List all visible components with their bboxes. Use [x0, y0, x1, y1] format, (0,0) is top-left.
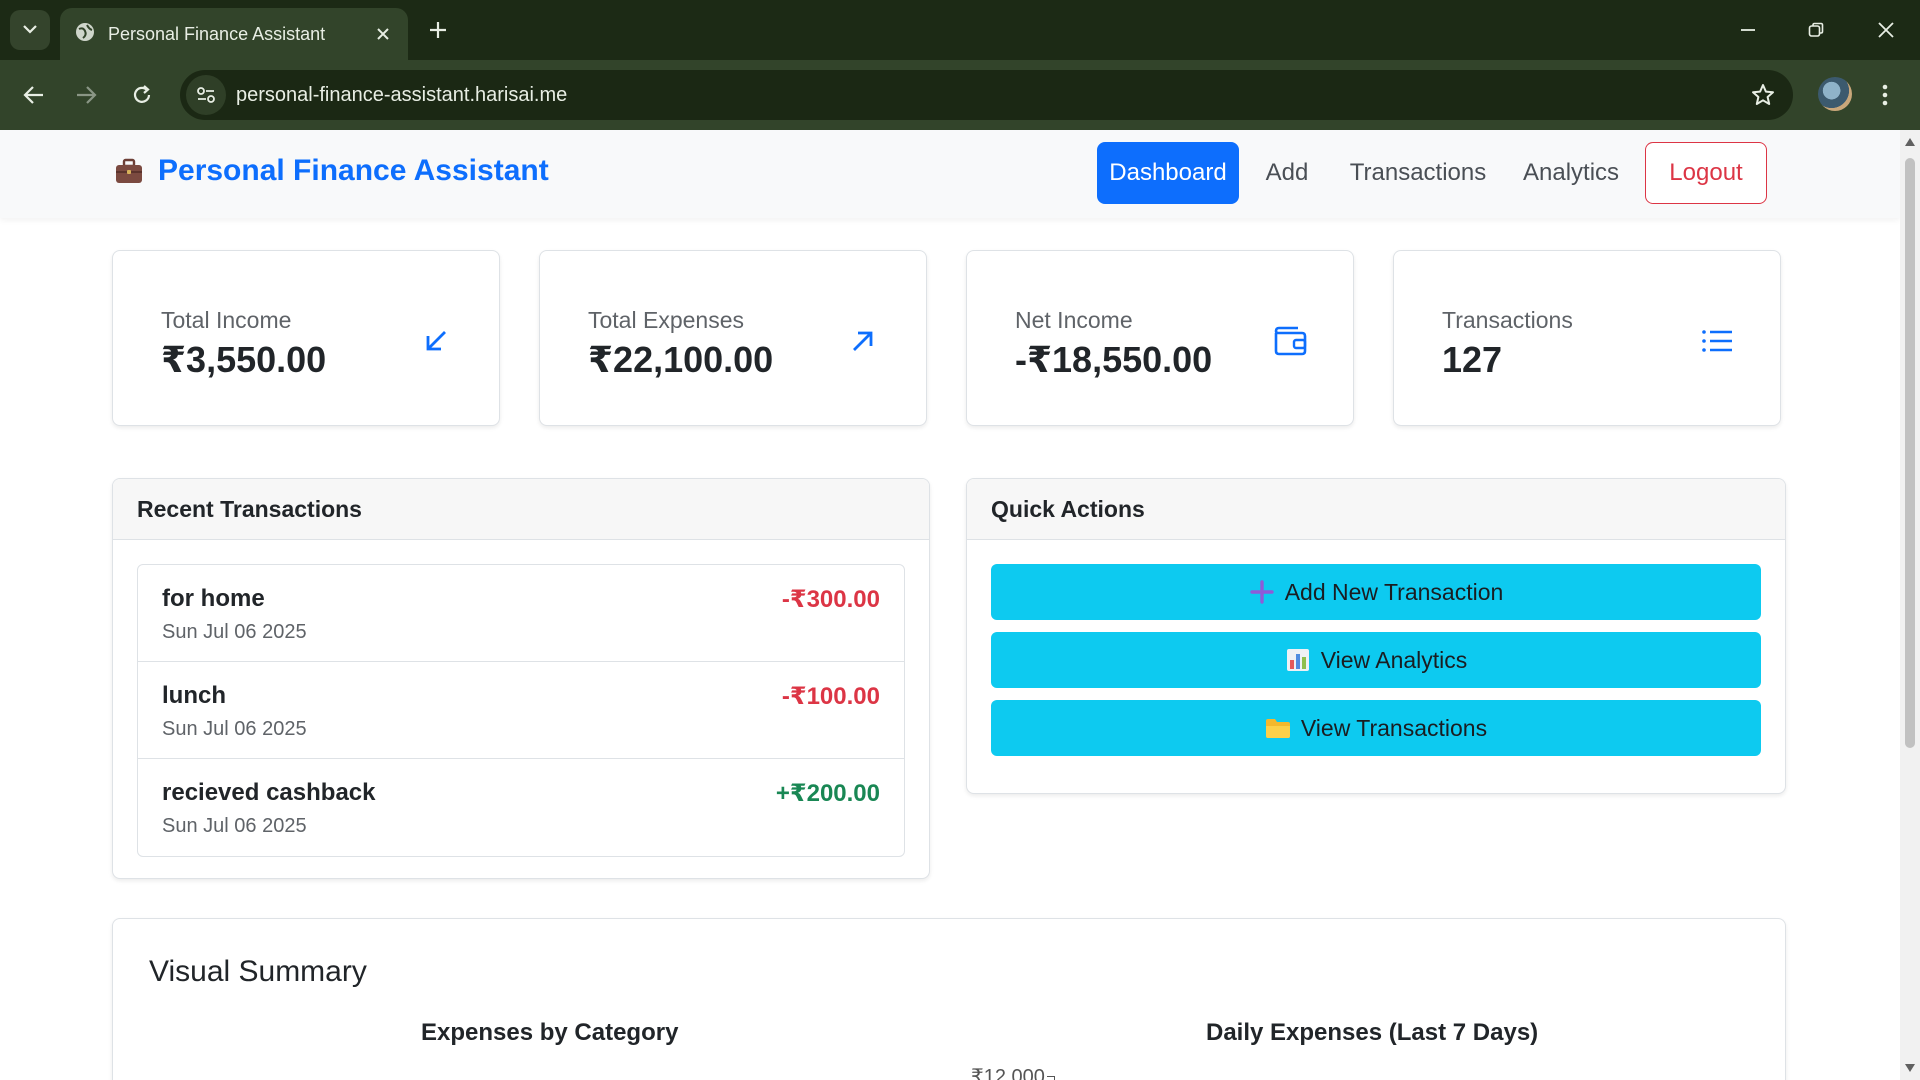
arrow-up-right-icon [845, 323, 881, 359]
stat-label: Total Expenses [588, 307, 744, 333]
stat-label: Net Income [1015, 307, 1133, 333]
wallet-icon [1272, 323, 1308, 359]
view-analytics-button[interactable]: View Analytics [991, 632, 1761, 688]
scroll-down-icon[interactable] [1904, 1062, 1916, 1074]
transaction-amount: -₹100.00 [781, 683, 880, 710]
transaction-row[interactable]: recieved cashback Sun Jul 06 2025 +₹200.… [138, 759, 904, 856]
stat-card-expenses: Total Expenses ₹22,100.00 [539, 250, 927, 426]
transaction-date: Sun Jul 06 2025 [162, 815, 307, 837]
menu-kebab-icon[interactable] [1870, 77, 1900, 113]
expenses-by-category-title: Expenses by Category [421, 1019, 679, 1046]
close-icon[interactable] [372, 23, 394, 45]
transaction-row[interactable]: for home Sun Jul 06 2025 -₹300.00 [138, 565, 904, 662]
plus-icon [1249, 579, 1275, 605]
bookmark-star-icon[interactable] [1743, 75, 1783, 115]
y-tick-label: ₹12,000 [971, 1066, 1045, 1080]
new-tab-button[interactable] [422, 14, 454, 46]
daily-expenses-title: Daily Expenses (Last 7 Days) [1206, 1019, 1539, 1046]
site-info-icon[interactable] [186, 75, 226, 115]
bar-chart-icon [1285, 647, 1311, 673]
forward-button[interactable] [68, 77, 104, 113]
stat-value: -₹18,550.00 [1015, 339, 1213, 380]
section-title: Visual Summary [149, 955, 367, 988]
button-label: Add New Transaction [1284, 578, 1504, 605]
tab-title: Personal Finance Assistant [108, 23, 326, 44]
recent-transactions-panel: Recent Transactions for home Sun Jul 06 … [112, 478, 930, 879]
back-button[interactable] [16, 77, 52, 113]
url-text: personal-finance-assistant.harisai.me [236, 83, 568, 106]
stat-label: Transactions [1442, 307, 1573, 333]
stat-card-income: Total Income ₹3,550.00 [112, 250, 500, 426]
transaction-date: Sun Jul 06 2025 [162, 621, 307, 643]
transaction-description: for home [162, 585, 265, 612]
panel-title: Quick Actions [967, 479, 1785, 540]
transaction-amount: -₹300.00 [781, 586, 880, 613]
scroll-thumb[interactable] [1905, 158, 1915, 748]
visual-summary-panel: Visual Summary Expenses by Category Dail… [112, 918, 1786, 1080]
stat-value: ₹3,550.00 [161, 339, 327, 380]
arrow-down-left-icon [418, 323, 454, 359]
stat-value: ₹22,100.00 [588, 339, 774, 380]
y-tick-mark [1046, 1075, 1055, 1080]
page-viewport: Personal Finance Assistant Dashboard Add… [0, 130, 1900, 1080]
button-label: View Analytics [1320, 646, 1468, 673]
nav-analytics[interactable]: Analytics [1512, 142, 1630, 204]
add-transaction-button[interactable]: Add New Transaction [991, 564, 1761, 620]
panel-title: Recent Transactions [113, 479, 929, 540]
stat-value: 127 [1442, 339, 1503, 380]
address-bar[interactable]: personal-finance-assistant.harisai.me [180, 70, 1793, 120]
nav-dashboard[interactable]: Dashboard [1097, 142, 1239, 204]
stat-card-transactions: Transactions 127 [1393, 250, 1781, 426]
folder-icon [1265, 715, 1291, 741]
transaction-row[interactable]: lunch Sun Jul 06 2025 -₹100.00 [138, 662, 904, 759]
stat-card-net-income: Net Income -₹18,550.00 [966, 250, 1354, 426]
close-window-button[interactable] [1868, 12, 1904, 48]
transaction-description: lunch [162, 682, 226, 709]
minimize-button[interactable] [1730, 12, 1766, 48]
view-transactions-button[interactable]: View Transactions [991, 700, 1761, 756]
browser-tab[interactable]: Personal Finance Assistant [60, 8, 408, 60]
list-icon [1699, 323, 1735, 359]
transaction-date: Sun Jul 06 2025 [162, 718, 307, 740]
scroll-up-icon[interactable] [1904, 136, 1916, 148]
profile-avatar[interactable] [1818, 77, 1852, 111]
brand-link[interactable]: Personal Finance Assistant [114, 154, 549, 188]
chevron-down-icon [23, 21, 37, 39]
stat-label: Total Income [161, 307, 292, 333]
tab-search-button[interactable] [10, 10, 50, 50]
nav-add[interactable]: Add [1253, 142, 1321, 204]
restore-button[interactable] [1798, 12, 1834, 48]
browser-toolbar: personal-finance-assistant.harisai.me [0, 60, 1920, 130]
globe-icon [74, 21, 96, 48]
transaction-amount: +₹200.00 [775, 780, 880, 807]
logout-button[interactable]: Logout [1645, 142, 1767, 204]
nav-transactions[interactable]: Transactions [1335, 142, 1501, 204]
button-label: View Transactions [1300, 714, 1488, 741]
app-navbar: Personal Finance Assistant Dashboard Add… [0, 130, 1900, 218]
briefcase-icon [114, 156, 144, 186]
browser-tab-bar: Personal Finance Assistant [0, 0, 1920, 60]
transaction-list: for home Sun Jul 06 2025 -₹300.00 lunch … [137, 564, 905, 857]
quick-actions-panel: Quick Actions Add New Transaction View A… [966, 478, 1786, 794]
reload-button[interactable] [124, 77, 160, 113]
y-axis-tick: ₹12,000 [971, 1064, 1055, 1080]
brand-title: Personal Finance Assistant [158, 154, 549, 187]
page-scrollbar[interactable] [1900, 130, 1920, 1080]
transaction-description: recieved cashback [162, 779, 376, 806]
